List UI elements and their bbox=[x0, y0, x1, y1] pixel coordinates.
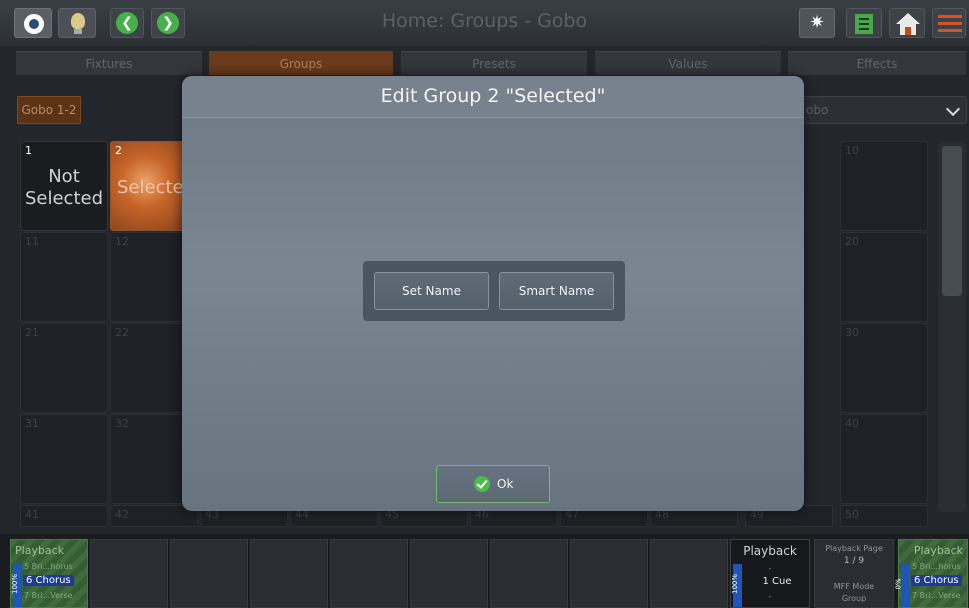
group-filter-button[interactable]: Gobo 1-2 bbox=[17, 96, 81, 124]
ok-button[interactable]: Ok bbox=[436, 465, 550, 503]
tab-effects[interactable]: Effects bbox=[788, 51, 966, 75]
group-number: 20 bbox=[845, 235, 859, 248]
cue-current: 6 Chorus bbox=[23, 575, 74, 586]
tab-fixtures[interactable]: Fixtures bbox=[16, 51, 202, 75]
group-number: 11 bbox=[25, 235, 39, 248]
group-number: 1 bbox=[25, 144, 32, 157]
playback-middle[interactable]: Playback 100% - 1 Cue - bbox=[730, 539, 810, 608]
dialog-title: Edit Group 2 "Selected" bbox=[380, 85, 606, 107]
smart-name-button[interactable]: Smart Name bbox=[499, 272, 614, 310]
app-window: ❮ ❯ Home: Groups - Gobo ✷ Fixtures Group… bbox=[0, 0, 969, 608]
tab-presets[interactable]: Presets bbox=[401, 51, 587, 75]
check-icon bbox=[474, 476, 490, 492]
home-icon[interactable] bbox=[889, 8, 925, 38]
group-cell[interactable]: 50 bbox=[840, 505, 928, 527]
playback-label: Playback bbox=[743, 544, 797, 558]
group-cell[interactable]: 20 bbox=[840, 232, 928, 322]
group-number: 21 bbox=[25, 326, 39, 339]
cue-prev: 5 Bri...horus bbox=[24, 562, 73, 571]
cue-prev: - bbox=[768, 564, 772, 573]
cue-current: 6 Chorus bbox=[911, 575, 962, 586]
mff-mode-value: Group bbox=[841, 594, 867, 603]
tab-values[interactable]: Values bbox=[595, 51, 781, 75]
group-cell[interactable]: 31 bbox=[20, 414, 108, 504]
cue-next: 7 Bri...Verse bbox=[24, 591, 73, 600]
cue-current: 1 Cue bbox=[762, 576, 792, 587]
top-bar: ❮ ❯ Home: Groups - Gobo ✷ bbox=[0, 0, 969, 46]
group-number: 40 bbox=[845, 417, 859, 430]
cue-prev: 5 Bri...horus bbox=[912, 562, 961, 571]
playback-page-value: 1 / 9 bbox=[843, 556, 865, 566]
group-number: 30 bbox=[845, 326, 859, 339]
group-number: 12 bbox=[115, 235, 129, 248]
dialog-button-group: Set Name Smart Name bbox=[363, 261, 625, 321]
group-cell[interactable]: 30 bbox=[840, 323, 928, 413]
group-number: 41 bbox=[25, 508, 39, 521]
playback-empty[interactable] bbox=[170, 539, 248, 608]
chevron-down-icon bbox=[945, 101, 961, 117]
fixture-type-dropdown[interactable]: obo bbox=[797, 96, 967, 124]
playback-page-label: Playback Page bbox=[825, 544, 883, 553]
playback-label: Playback bbox=[15, 544, 65, 557]
playback-left[interactable]: Playback 100% 5 Bri...horus 6 Chorus 7 B… bbox=[10, 539, 88, 608]
dropdown-value: obo bbox=[806, 103, 829, 117]
grid-view-icon[interactable] bbox=[846, 8, 882, 38]
dialog-header: Edit Group 2 "Selected" bbox=[182, 76, 804, 118]
menu-icon[interactable] bbox=[932, 8, 966, 38]
tab-groups[interactable]: Groups bbox=[209, 51, 393, 75]
group-number: 32 bbox=[115, 417, 129, 430]
group-cell[interactable]: 21 bbox=[20, 323, 108, 413]
set-name-button[interactable]: Set Name bbox=[374, 272, 489, 310]
ok-label: Ok bbox=[497, 477, 514, 491]
playback-level-bar[interactable]: 100% bbox=[11, 564, 22, 607]
playback-empty[interactable] bbox=[650, 539, 728, 608]
playback-empty[interactable] bbox=[570, 539, 648, 608]
cue-next: - bbox=[768, 592, 772, 601]
group-number: 42 bbox=[115, 508, 129, 521]
group-name: Not Selected bbox=[24, 166, 104, 209]
group-cell[interactable]: 41 bbox=[20, 505, 108, 527]
group-cell[interactable]: 40 bbox=[840, 414, 928, 504]
edit-group-dialog: Edit Group 2 "Selected" Set Name Smart N… bbox=[182, 76, 804, 511]
group-cell[interactable]: 10 bbox=[840, 141, 928, 231]
scrollbar-thumb[interactable] bbox=[942, 146, 962, 296]
group-number: 50 bbox=[845, 508, 859, 521]
group-number: 22 bbox=[115, 326, 129, 339]
group-number: 10 bbox=[845, 144, 859, 157]
playback-page[interactable]: Playback Page 1 / 9 MFF Mode Group bbox=[814, 539, 894, 608]
playback-level-bar[interactable]: 0% bbox=[895, 564, 910, 607]
playback-empty[interactable] bbox=[250, 539, 328, 608]
group-cell[interactable]: 11 bbox=[20, 232, 108, 322]
mff-mode-label: MFF Mode bbox=[833, 582, 875, 591]
group-number: 2 bbox=[115, 144, 122, 157]
playback-empty[interactable] bbox=[90, 539, 168, 608]
playback-label: Playback bbox=[913, 544, 963, 557]
magic-wand-icon[interactable]: ✷ bbox=[799, 8, 835, 38]
cue-next: 7 Bri...Verse bbox=[912, 591, 961, 600]
group-number: 31 bbox=[25, 417, 39, 430]
playback-empty[interactable] bbox=[410, 539, 488, 608]
playback-right[interactable]: Playback 0% 5 Bri...horus 6 Chorus 7 Bri… bbox=[895, 539, 968, 608]
group-cell[interactable]: 1 Not Selected bbox=[20, 141, 108, 231]
playback-empty[interactable] bbox=[490, 539, 568, 608]
playback-empty[interactable] bbox=[330, 539, 408, 608]
